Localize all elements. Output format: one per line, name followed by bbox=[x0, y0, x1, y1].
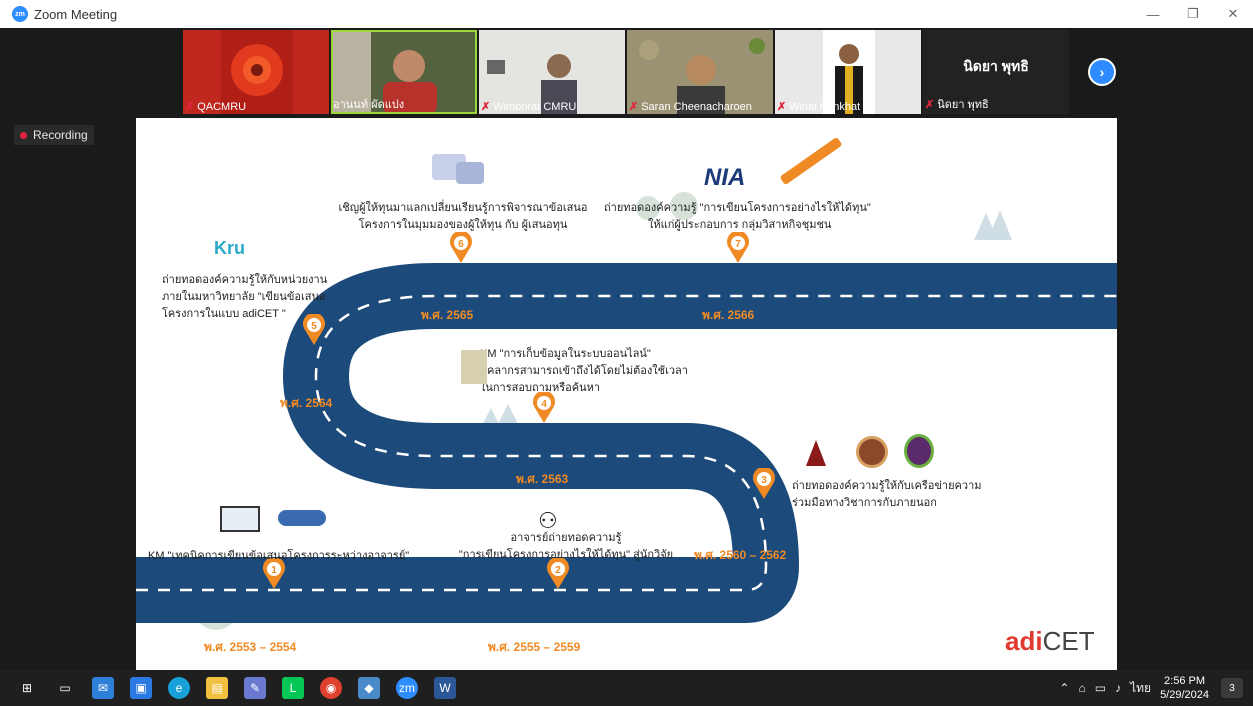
participant-tile[interactable]: ✗ Wimonrat CMRU bbox=[479, 30, 625, 114]
participant-name: ✗ QACMRU bbox=[185, 100, 247, 114]
system-tray: ⌃ ⌂ ▭ ♪ ไทย 2:56 PM 5/29/2024 bbox=[1059, 670, 1209, 706]
chat-bubble-icon bbox=[456, 162, 484, 184]
svg-text:3: 3 bbox=[761, 475, 767, 486]
app-icon[interactable]: ◆ bbox=[358, 677, 380, 699]
mic-muted-icon: ✗ bbox=[481, 101, 491, 113]
close-button[interactable]: ✕ bbox=[1213, 0, 1253, 28]
milestone-4-text: KM "การเก็บข้อมูลในระบบออนไลน์" บุคลากรสา… bbox=[480, 348, 688, 394]
svg-text:6: 6 bbox=[458, 239, 464, 250]
year-label-4: พ.ศ. 2563 bbox=[516, 472, 569, 486]
mic-muted-icon: ✗ bbox=[185, 101, 195, 113]
title-bar: zm Zoom Meeting — ❐ ✕ bbox=[0, 0, 1253, 28]
zoom-taskbar-icon[interactable]: zm bbox=[396, 677, 418, 699]
file-explorer-icon[interactable]: ▤ bbox=[206, 677, 228, 699]
participant-name: ✗ Saran Cheenacharoen bbox=[629, 100, 752, 114]
year-label-1: พ.ศ. 2553 – 2554 bbox=[204, 640, 297, 654]
meeting-stage: ✗ QACMRU อานนท์ ผัดแปง ✗ Wimonrat CMRU ✗ Sa… bbox=[0, 28, 1253, 670]
milestone-7-text: ถ่ายทอดองค์ความรู้ "การเขียนโครงการอย่าง… bbox=[604, 202, 871, 231]
mail-icon[interactable]: ✉ bbox=[92, 677, 114, 699]
milestone-5-text: ถ่ายทอดองค์ความรู้ให้กับหน่วยงาน ภายในมหา… bbox=[162, 274, 328, 320]
year-label-6: พ.ศ. 2565 bbox=[421, 308, 474, 322]
recording-dot-icon bbox=[20, 131, 27, 139]
participant-tile[interactable]: ✗ QACMRU bbox=[183, 30, 329, 114]
milestone-6-text: เชิญผู้ให้ทุนมาแลกเปลี่ยนเรียนรู้การพิจา… bbox=[338, 202, 588, 231]
partner-university-logo bbox=[904, 434, 934, 468]
adicet-logo: adiCET bbox=[1005, 626, 1095, 656]
network-icon[interactable]: ⌂ bbox=[1078, 681, 1085, 695]
recording-label: Recording bbox=[33, 128, 88, 142]
mic-muted-icon: ✗ bbox=[925, 98, 935, 111]
edge-icon[interactable]: e bbox=[168, 677, 190, 699]
khon-kaen-university-logo bbox=[806, 440, 826, 466]
smart-kru-logo: Kru bbox=[214, 238, 245, 258]
minimize-button[interactable]: — bbox=[1133, 0, 1173, 28]
paint-icon[interactable]: ✎ bbox=[244, 677, 266, 699]
meeting-people-icon: ⚇ bbox=[538, 508, 558, 533]
participant-tile[interactable]: ✗ Saran Cheenacharoen bbox=[627, 30, 773, 114]
participant-name: อานนท์ ผัดแปง bbox=[333, 99, 405, 111]
windows-start-icon[interactable]: ⊞ bbox=[16, 677, 38, 699]
window-title: Zoom Meeting bbox=[34, 6, 118, 22]
document-search-icon bbox=[461, 350, 487, 384]
chrome-icon[interactable]: ◉ bbox=[320, 677, 342, 699]
volume-icon[interactable]: ♪ bbox=[1115, 681, 1121, 695]
year-label-7: พ.ศ. 2566 bbox=[702, 308, 755, 322]
notification-center-icon[interactable]: 3 bbox=[1221, 678, 1243, 698]
store-icon[interactable]: ▣ bbox=[130, 677, 152, 699]
participant-tile-active[interactable]: อานนท์ ผัดแปง bbox=[331, 30, 477, 114]
milestone-2-text: อาจารย์ถ่ายทอดความรู้ "การเขียนโครงการอย่… bbox=[458, 532, 674, 561]
word-icon[interactable]: W bbox=[434, 677, 456, 699]
windows-taskbar: ⊞ ▭ ✉ ▣ e ▤ ✎ L ◉ ◆ zm W ⌃ ⌂ ▭ ♪ ไทย 2:5… bbox=[0, 670, 1253, 706]
next-participants-button[interactable]: › bbox=[1088, 58, 1116, 86]
task-view-icon[interactable]: ▭ bbox=[54, 677, 76, 699]
participant-tile[interactable]: ✗ Winai Kankhat bbox=[775, 30, 921, 114]
nia-logo: NIA bbox=[704, 164, 746, 191]
participant-tile[interactable]: นิดยา พุทธิ ✗ นิดยา พุทธิ bbox=[923, 30, 1069, 114]
partner-logo-icon bbox=[278, 510, 326, 526]
language-indicator[interactable]: ไทย bbox=[1130, 679, 1151, 698]
battery-icon[interactable]: ▭ bbox=[1095, 681, 1106, 695]
mic-muted-icon: ✗ bbox=[629, 101, 639, 113]
milestone-pin-7: 7 bbox=[726, 232, 750, 264]
restore-button[interactable]: ❐ bbox=[1173, 0, 1213, 28]
participant-name: ✗ นิดยา พุทธิ bbox=[925, 98, 989, 112]
show-hidden-icons-icon[interactable]: ⌃ bbox=[1059, 681, 1069, 695]
milestone-pin-6: 6 bbox=[449, 232, 473, 264]
recording-indicator[interactable]: Recording bbox=[14, 125, 94, 145]
milestone-1-text: KM "เทคนิคการเขียนข้อเสนอโครงการระหว่างอ… bbox=[148, 550, 410, 562]
svg-text:1: 1 bbox=[271, 565, 277, 576]
clock[interactable]: 2:56 PM 5/29/2024 bbox=[1160, 674, 1209, 702]
mic-muted-icon: ✗ bbox=[777, 101, 787, 113]
solar-panel-icon bbox=[220, 506, 260, 532]
milestone-3-text: ถ่ายทอดองค์ความรู้ให้กับเครือข่ายความ ร่ว… bbox=[792, 480, 982, 509]
shared-slide: 1234567 เชิญผู้ให้ทุนมาแลกเปลี่ยนเรียนรู… bbox=[136, 118, 1117, 670]
participant-name: ✗ Winai Kankhat bbox=[777, 100, 861, 114]
milestone-pin-3: 3 bbox=[752, 468, 776, 500]
participant-strip: ✗ QACMRU อานนท์ ผัดแปง ✗ Wimonrat CMRU ✗ Sa… bbox=[183, 30, 1069, 114]
year-label-5: พ.ศ. 2564 bbox=[280, 396, 333, 410]
partner-university-logo bbox=[856, 436, 888, 468]
participant-name: ✗ Wimonrat CMRU bbox=[481, 100, 577, 114]
year-label-3: พ.ศ. 2560 – 2562 bbox=[694, 548, 787, 562]
svg-text:4: 4 bbox=[541, 399, 547, 410]
svg-text:2: 2 bbox=[555, 565, 561, 576]
year-label-2: พ.ศ. 2555 – 2559 bbox=[488, 640, 581, 654]
zoom-logo-icon: zm bbox=[12, 6, 28, 22]
camera-off-name: นิดยา พุทธิ bbox=[963, 58, 1029, 74]
line-icon[interactable]: L bbox=[282, 677, 304, 699]
svg-text:7: 7 bbox=[735, 239, 741, 250]
